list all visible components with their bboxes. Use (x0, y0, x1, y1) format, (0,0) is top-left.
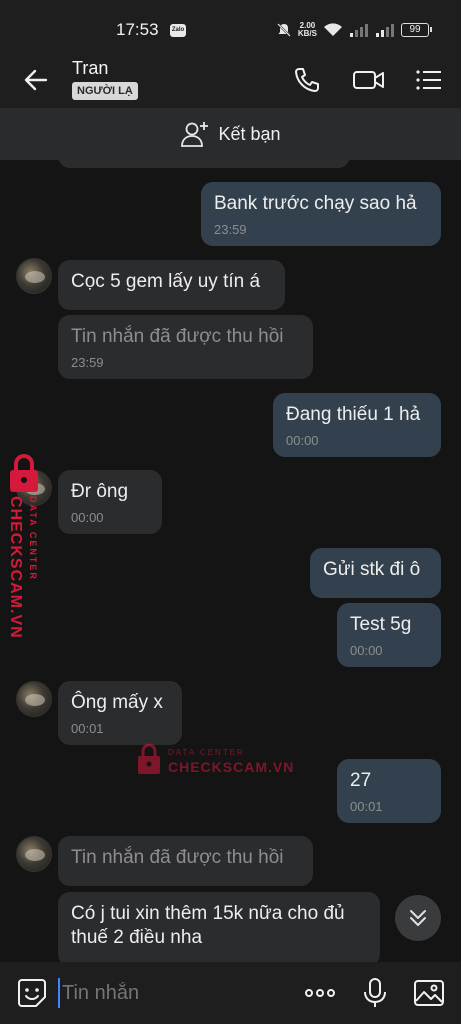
back-arrow-icon[interactable] (22, 66, 50, 94)
message-time: 00:00 (286, 433, 319, 448)
message-bubble-in[interactable]: Có j tui xin thêm 15k nữa cho đủ thuế 2 … (58, 892, 380, 962)
more-dots-icon[interactable] (304, 977, 336, 1009)
message-list[interactable]: Bank trước chạy sao hả 23:59 Cọc 5 gem l… (0, 160, 461, 962)
avatar[interactable] (16, 836, 52, 872)
video-call-icon[interactable] (352, 65, 386, 95)
zalo-icon: Zalo (170, 24, 186, 37)
message-bubble-clipped (58, 160, 350, 168)
message-time: 00:00 (350, 643, 383, 658)
message-input[interactable] (58, 978, 278, 1008)
avatar[interactable] (16, 681, 52, 717)
message-text: Cọc 5 gem lấy uy tín á (71, 271, 261, 292)
watermark-center-line2: CHECKSCAM.VN (168, 759, 295, 775)
battery-icon: 99 (401, 23, 432, 37)
add-friend-label: Kết bạn (218, 123, 281, 144)
message-time: 23:59 (71, 355, 104, 370)
signal-icon (350, 24, 368, 37)
speed-unit: KB/S (297, 29, 317, 38)
message-bubble-out[interactable]: Gửi stk đi ô (310, 548, 441, 598)
message-bubble-out[interactable]: 27 00:01 (337, 759, 441, 823)
watermark-side-line1: DATA CENTER (28, 496, 38, 581)
lock-icon (10, 454, 38, 492)
add-friend-bar[interactable]: Kết bạn (0, 108, 461, 160)
menu-icon[interactable] (414, 65, 444, 95)
lock-icon (138, 743, 160, 774)
message-bubble-in[interactable]: Cọc 5 gem lấy uy tín á (58, 260, 285, 310)
message-time: 00:01 (350, 799, 383, 814)
stranger-badge: NGƯỜI LẠ (72, 82, 138, 100)
watermark-center: DATA CENTER CHECKSCAM.VN (136, 742, 296, 778)
phone-icon[interactable] (292, 65, 322, 95)
message-bubble-in[interactable]: Ông mấy x 00:01 (58, 681, 182, 745)
message-text: Tin nhắn đã được thu hồi (71, 326, 284, 347)
scroll-to-bottom-button[interactable] (395, 895, 441, 941)
message-bubble-out[interactable]: Đang thiếu 1 hả 00:00 (273, 393, 441, 457)
add-person-icon (181, 122, 209, 147)
status-time: 17:53 (116, 20, 159, 39)
watermark-center-line1: DATA CENTER (168, 748, 245, 757)
message-text: Có j tui xin thêm 15k nữa cho đủ (71, 903, 345, 924)
message-text: Đr ông (71, 481, 129, 502)
recalled-message-bubble[interactable]: Tin nhắn đã được thu hồi (58, 836, 313, 886)
message-time: 00:01 (71, 721, 104, 736)
recalled-message-bubble[interactable]: Tin nhắn đã được thu hồi 23:59 (58, 315, 313, 379)
double-chevron-down-icon (410, 910, 426, 926)
message-input-bar (0, 962, 461, 1024)
message-text: Ông mấy x (71, 692, 163, 713)
message-time: 00:00 (71, 510, 104, 525)
message-text: Đang thiếu 1 hả (286, 404, 421, 425)
mute-bell-icon (277, 23, 291, 37)
sticker-icon[interactable] (16, 977, 48, 1009)
watermark-side: DATA CENTER CHECKSCAM.VN (4, 454, 44, 654)
message-bubble-out[interactable]: Test 5g 00:00 (337, 603, 441, 667)
status-bar: 17:53 Zalo 2.00 KB/S 99 (0, 0, 461, 52)
message-text-line2: thuế 2 điều nha (71, 927, 203, 948)
contact-name[interactable]: Tran (72, 58, 108, 79)
message-text: Bank trước chạy sao hả (214, 193, 417, 214)
network-speed: 2.00 KB/S (298, 22, 317, 38)
avatar[interactable] (16, 258, 52, 294)
message-bubble-in[interactable]: Đr ông 00:00 (58, 470, 162, 534)
microphone-icon[interactable] (359, 977, 391, 1009)
message-text: Gửi stk đi ô (323, 559, 421, 580)
message-text: Tin nhắn đã được thu hồi (71, 847, 284, 868)
chat-header: Tran NGƯỜI LẠ (0, 52, 461, 108)
message-text: 27 (350, 770, 372, 791)
signal-icon-2 (376, 24, 394, 37)
wifi-icon (324, 23, 342, 36)
image-icon[interactable] (413, 977, 445, 1009)
watermark-side-line2: CHECKSCAM.VN (7, 496, 24, 639)
message-time: 23:59 (214, 222, 247, 237)
status-indicators: 2.00 KB/S 99 (276, 19, 432, 41)
message-bubble-out[interactable]: Bank trước chạy sao hả 23:59 (201, 182, 441, 246)
message-text: Test 5g (350, 614, 412, 635)
